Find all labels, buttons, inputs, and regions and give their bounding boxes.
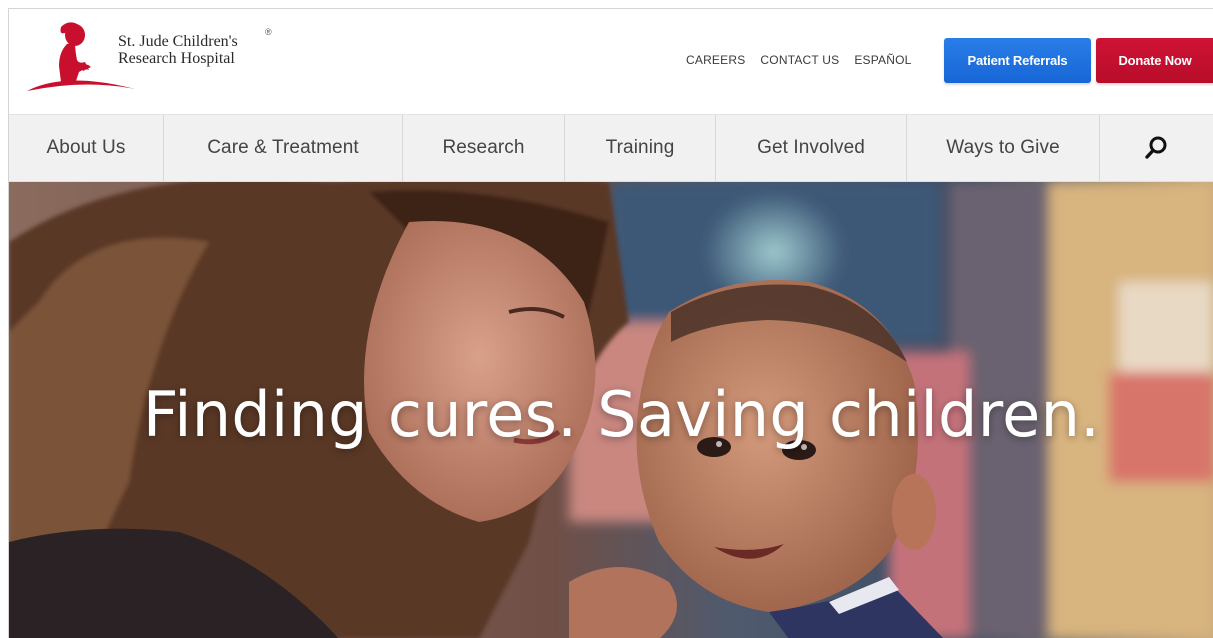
nav-item-training[interactable]: Training [565, 115, 716, 181]
logo-wordmark: St. Jude Children's Research Hospital [118, 33, 238, 67]
page-frame: St. Jude Children's Research Hospital ® … [8, 8, 1213, 638]
utility-link-careers[interactable]: CAREERS [686, 53, 745, 67]
utility-link-contact-us[interactable]: CONTACT US [760, 53, 839, 67]
search-icon [1145, 136, 1167, 159]
nav-item-about-us[interactable]: About Us [9, 115, 164, 181]
donate-now-button[interactable]: Donate Now [1096, 38, 1213, 83]
registered-mark: ® [265, 27, 272, 37]
utility-link-espanol[interactable]: ESPAÑOL [854, 53, 911, 67]
main-nav: About Us Care & Treatment Research Train… [9, 114, 1213, 182]
hero-banner: Finding cures. Saving children. [9, 182, 1213, 638]
nav-item-care-treatment[interactable]: Care & Treatment [164, 115, 403, 181]
nav-item-ways-to-give[interactable]: Ways to Give [907, 115, 1100, 181]
search-button[interactable] [1100, 115, 1213, 181]
nav-item-get-involved[interactable]: Get Involved [716, 115, 907, 181]
logo-line-1: St. Jude Children's [118, 33, 238, 50]
utility-nav: CAREERS CONTACT US ESPAÑOL [686, 53, 912, 67]
patient-referrals-button[interactable]: Patient Referrals [944, 38, 1091, 83]
nav-item-research[interactable]: Research [403, 115, 565, 181]
logo-line-2: Research Hospital [118, 50, 235, 67]
hero-headline: Finding cures. Saving children. [142, 378, 1101, 451]
st-jude-logo[interactable]: St. Jude Children's Research Hospital ® [25, 19, 272, 94]
site-header: St. Jude Children's Research Hospital ® … [9, 9, 1213, 114]
